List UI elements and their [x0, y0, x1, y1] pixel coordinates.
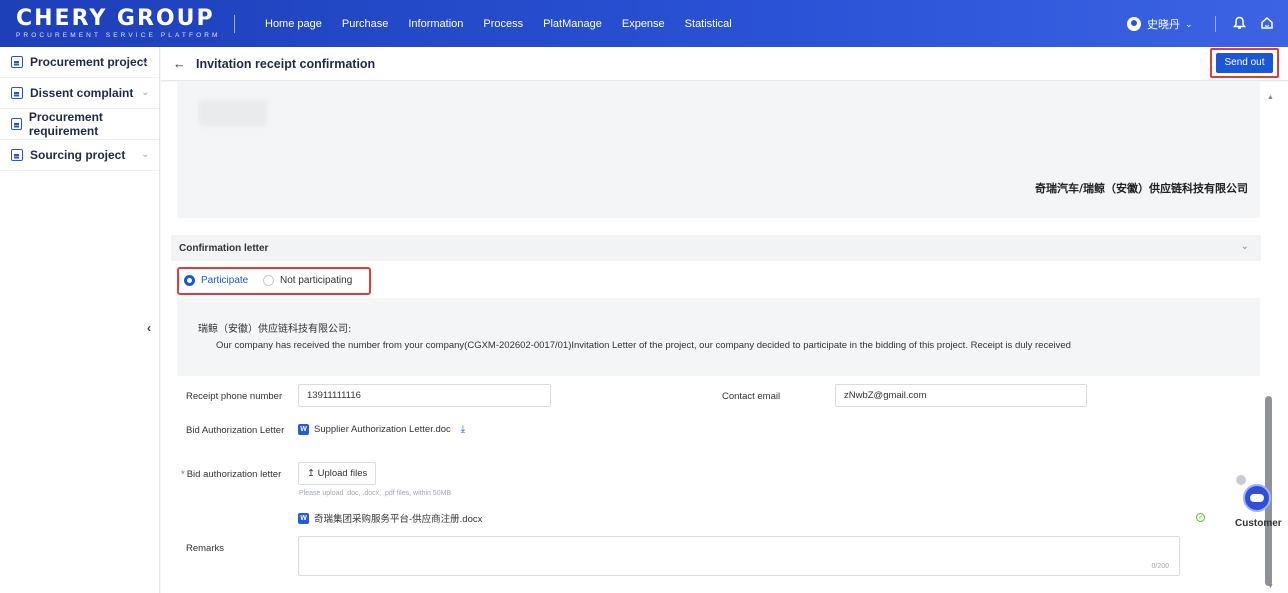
participate-radio[interactable]: Participate — [184, 275, 248, 286]
nav-expense[interactable]: Expense — [622, 18, 665, 30]
main-content: 奇瑞汽车/瑞鲸（安徽）供应链科技有限公司 Confirmation letter… — [161, 82, 1288, 593]
logo-divider — [234, 15, 235, 33]
sidebar-item-dissent-complaint[interactable]: Dissent complaint ⌄ — [0, 78, 159, 109]
send-out-highlight: Send out — [1210, 48, 1279, 78]
participate-label: Participate — [201, 275, 249, 286]
sidebar: Procurement project ⌄ Dissent complaint … — [0, 47, 160, 593]
page-title: Invitation receipt confirmation — [196, 57, 376, 71]
section-title: Confirmation letter — [179, 243, 269, 254]
letter-text: Our company has received the number from… — [216, 340, 1071, 351]
nav-information[interactable]: Information — [408, 18, 463, 30]
chevron-down-icon: ⌄ — [141, 87, 149, 97]
required-mark: * — [181, 469, 185, 480]
radio-selected-icon — [184, 275, 195, 286]
check-circle-icon: ✓ — [1196, 513, 1205, 522]
avatar-icon — [1127, 17, 1141, 31]
nav-process[interactable]: Process — [483, 18, 523, 30]
sidebar-item-procurement-project[interactable]: Procurement project ⌄ — [0, 47, 159, 78]
upload-label: Upload files — [317, 468, 368, 479]
sidebar-item-label: Dissent complaint — [30, 86, 134, 100]
customer-service-label[interactable]: Customer — [1235, 518, 1282, 529]
email-label: Contact email — [722, 391, 781, 402]
page-header: ← Invitation receipt confirmation Send o… — [161, 47, 1288, 81]
sidebar-item-label: Procurement requirement — [28, 110, 103, 138]
top-navigation-bar: CHERY GROUP PROCUREMENT SERVICE PLATFORM… — [0, 0, 1288, 47]
chevron-down-icon: ⌄ — [141, 56, 149, 66]
document-icon — [11, 118, 22, 130]
phone-input[interactable]: 13911111116 — [298, 384, 551, 407]
topbar-divider — [1215, 16, 1216, 32]
uploaded-file[interactable]: W 奇瑞集团采购服务平台-供应商注册.docx — [298, 511, 482, 525]
back-arrow-icon[interactable]: ← — [173, 56, 186, 71]
nav-statistical[interactable]: Statistical — [685, 18, 732, 30]
user-menu[interactable]: 史晓丹 ⌄ — [1127, 16, 1193, 32]
sidebar-item-label: Procurement project — [30, 55, 148, 69]
scroll-up-icon[interactable]: ▲ — [1267, 94, 1274, 101]
invitation-letter-preview: 奇瑞汽车/瑞鲸（安徽）供应链科技有限公司 — [177, 82, 1260, 218]
send-out-button[interactable]: Send out — [1216, 53, 1273, 73]
brand-name: CHERY GROUP — [16, 6, 215, 31]
word-file-icon: W — [298, 424, 309, 435]
close-icon[interactable] — [1236, 475, 1246, 485]
chevron-down-icon: ⌄ — [1240, 241, 1249, 252]
bid-auth-label-text: Bid authorization letter — [186, 469, 282, 480]
chevron-down-icon: ⌄ — [141, 149, 149, 159]
letter-salutation: 瑞鲸（安徽）供应链科技有限公司: — [198, 324, 352, 335]
participation-highlight: Participate Not participating — [177, 267, 371, 295]
uploaded-filename: 奇瑞集团采购服务平台-供应商注册.docx — [314, 514, 483, 525]
bid-auth-label: * Bid authorization letter — [181, 469, 281, 480]
main-nav: Home page Purchase Information Process P… — [265, 0, 752, 47]
not-participating-label: Not participating — [280, 275, 353, 286]
auth-letter-file[interactable]: W Supplier Authorization Letter.doc ⤓ — [298, 424, 465, 435]
home-icon[interactable] — [1258, 14, 1276, 32]
customer-service-bot-icon[interactable] — [1243, 484, 1271, 512]
upload-icon: ↥ — [307, 468, 315, 479]
sidebar-item-sourcing-project[interactable]: Sourcing project ⌄ — [0, 140, 159, 171]
download-icon[interactable]: ⤓ — [461, 424, 465, 435]
upload-files-button[interactable]: ↥ Upload files — [298, 462, 377, 485]
nav-platmanage[interactable]: PlatManage — [543, 18, 602, 30]
document-icon — [11, 87, 23, 99]
confirmation-letter-section[interactable]: Confirmation letter ⌄ — [171, 235, 1261, 261]
user-name: 史晓丹 — [1147, 19, 1180, 31]
letter-company-signature: 奇瑞汽车/瑞鲸（安徽）供应链科技有限公司 — [1034, 182, 1248, 195]
radio-unselected-icon — [263, 275, 274, 286]
collapse-sidebar-icon[interactable]: ‹ — [143, 318, 155, 338]
remarks-textarea[interactable]: 0/200 — [298, 536, 1180, 576]
nav-purchase[interactable]: Purchase — [342, 18, 388, 30]
brand-tagline: PROCUREMENT SERVICE PLATFORM — [16, 32, 221, 39]
nav-home-page[interactable]: Home page — [265, 18, 322, 30]
scroll-down-icon[interactable]: ▼ — [1267, 583, 1274, 590]
confirmation-letter-body: 瑞鲸（安徽）供应链科技有限公司: Our company has receive… — [177, 298, 1260, 376]
word-file-icon: W — [298, 512, 309, 524]
phone-label: Receipt phone number — [186, 391, 283, 402]
document-icon — [11, 149, 23, 161]
auth-letter-label: Bid Authorization Letter — [186, 425, 285, 436]
remarks-label: Remarks — [186, 543, 225, 554]
email-input[interactable]: zNwbZ@gmail.com — [835, 384, 1087, 407]
remarks-counter: 0/200 — [1151, 563, 1169, 570]
upload-hint: Please upload .doc, .docx, .pdf files, w… — [299, 490, 452, 497]
bell-icon[interactable] — [1230, 14, 1248, 32]
sidebar-item-label: Sourcing project — [30, 148, 126, 162]
blurred-region — [199, 100, 267, 126]
not-participating-radio[interactable]: Not participating — [263, 275, 352, 286]
chevron-down-icon: ⌄ — [1185, 18, 1193, 29]
document-icon — [11, 56, 23, 68]
brand-logo[interactable]: CHERY GROUP PROCUREMENT SERVICE PLATFORM — [16, 6, 221, 40]
sidebar-item-procurement-requirement[interactable]: Procurement requirement — [0, 109, 159, 140]
auth-letter-filename: Supplier Authorization Letter.doc — [314, 424, 451, 435]
